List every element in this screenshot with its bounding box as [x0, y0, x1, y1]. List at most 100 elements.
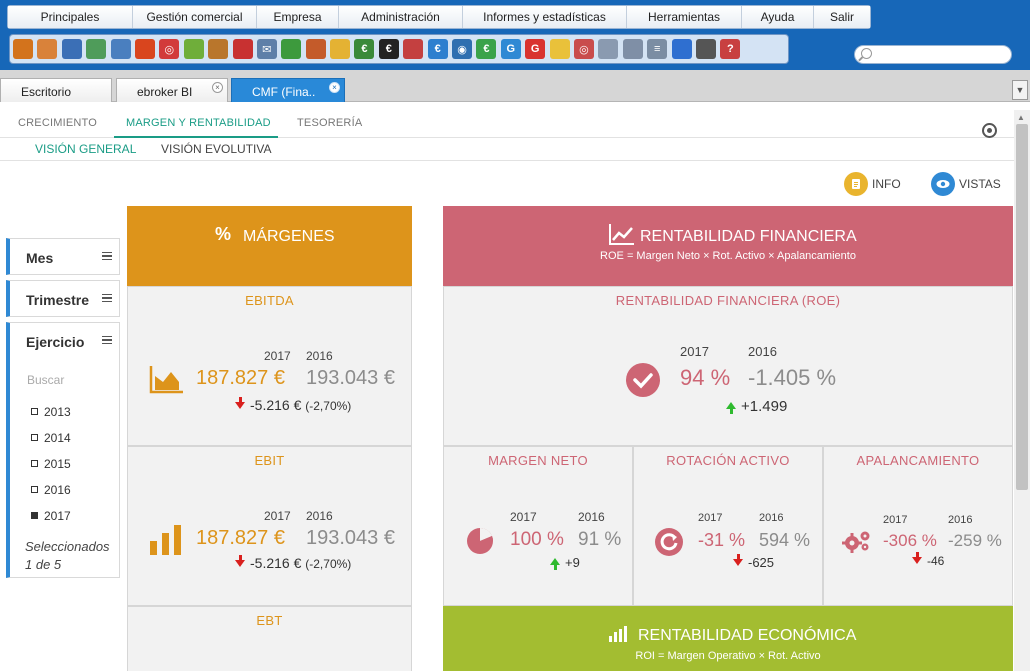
ebit-diff-value: -5.216 €: [250, 555, 302, 571]
euro-flag-icon[interactable]: €: [354, 39, 375, 59]
year-option-label: 2015: [44, 457, 71, 471]
tabs-dropdown-button[interactable]: ▼: [1012, 80, 1028, 100]
main-menu-bar: Principales Gestión comercial Empresa Ad…: [7, 5, 871, 29]
checkbox-icon[interactable]: [31, 486, 38, 493]
menu-icon[interactable]: [102, 294, 112, 302]
year-option-2017[interactable]: 2017: [31, 509, 71, 523]
tab-ebroker-bi[interactable]: ebroker BI ×: [116, 78, 228, 102]
money-icon[interactable]: [183, 39, 204, 59]
menu-ayuda[interactable]: Ayuda: [742, 6, 814, 28]
asset-turnover-title: ROTACIÓN ACTIVO: [666, 453, 790, 468]
target-doc-icon[interactable]: ◎: [573, 39, 594, 59]
filter-search-input[interactable]: Buscar: [27, 373, 64, 387]
leverage-card: APALANCAMIENTO 2017 2016 -306 % -259 % -…: [823, 446, 1013, 606]
briefcase-icon[interactable]: [208, 39, 229, 59]
secondary-nav: VISIÓN GENERAL VISIÓN EVOLUTIVA: [0, 138, 1014, 161]
group-icon[interactable]: [403, 39, 424, 59]
menu-administracion[interactable]: Administración: [339, 6, 463, 28]
eye-euro-icon[interactable]: ◉: [452, 39, 473, 59]
tab-vision-general[interactable]: VISIÓN GENERAL: [35, 142, 136, 156]
tab-label: CMF (Fina..: [252, 85, 316, 99]
list-icon[interactable]: ≡: [647, 39, 668, 59]
menu-gestion-comercial[interactable]: Gestión comercial: [133, 6, 257, 28]
phone-icon[interactable]: [671, 39, 692, 59]
tools-icon[interactable]: [695, 39, 716, 59]
filter-quarter-label: Trimestre: [26, 292, 90, 308]
roe-title: RENTABILIDAD FINANCIERA (ROE): [615, 293, 841, 308]
year-option-2016[interactable]: 2016: [31, 483, 71, 497]
euro-coin-icon[interactable]: €: [378, 39, 399, 59]
check-circle-icon: [626, 363, 660, 397]
card-icon[interactable]: [86, 39, 107, 59]
window-icon[interactable]: [110, 39, 131, 59]
camera-icon[interactable]: [232, 39, 253, 59]
menu-herramientas[interactable]: Herramientas: [627, 6, 742, 28]
year-option-label: 2016: [44, 483, 71, 497]
gear-icon[interactable]: [982, 123, 997, 138]
google-icon[interactable]: G: [525, 39, 546, 59]
document-tabs-bar: Escritorio ebroker BI × CMF (Fina.. ×: [0, 70, 1030, 102]
checkbox-checked-icon[interactable]: [31, 512, 38, 519]
menu-empresa[interactable]: Empresa: [257, 6, 339, 28]
ebitda-diff-value: -5.216 €: [250, 397, 302, 413]
mail-icon[interactable]: ✉: [256, 39, 277, 59]
quick-access-toolbar: ◎ ✉ € € € ◉ € G G ◎ ≡?: [9, 34, 789, 64]
asset-turnover-card: ROTACIÓN ACTIVO 2017 2016 -31 % 594 % -6…: [633, 446, 823, 606]
global-search-input[interactable]: [854, 45, 1012, 64]
net-margin-year-current: 2017: [510, 510, 537, 524]
leverage-value-previous: -259 %: [948, 531, 1002, 550]
tab-crecimiento[interactable]: CRECIMIENTO: [18, 117, 97, 129]
close-icon[interactable]: ×: [212, 82, 223, 93]
filter-year-label: Ejercicio: [26, 334, 85, 350]
building-icon[interactable]: [281, 39, 302, 59]
scrollbar-thumb[interactable]: [1016, 124, 1028, 490]
info-button[interactable]: [844, 172, 868, 196]
menu-informes[interactable]: Informes y estadísticas: [463, 6, 627, 28]
close-icon[interactable]: ×: [329, 82, 340, 93]
chevron-down-icon: ▼: [1015, 85, 1025, 95]
tab-margen-rentabilidad[interactable]: MARGEN Y RENTABILIDAD: [126, 117, 271, 129]
tab-tesoreria[interactable]: TESORERÍA: [297, 117, 362, 129]
euro-circle-icon[interactable]: €: [427, 39, 448, 59]
checkbox-icon[interactable]: [31, 460, 38, 467]
documents-icon[interactable]: [598, 39, 619, 59]
economic-formula: ROI = Margen Operativo × Rot. Activo: [635, 650, 821, 662]
app-top-bar: Principales Gestión comercial Empresa Ad…: [0, 0, 1030, 70]
margins-header: % MÁRGENES: [127, 206, 412, 287]
year-option-2015[interactable]: 2015: [31, 457, 71, 471]
checkbox-icon[interactable]: [31, 434, 38, 441]
refresh-g-icon[interactable]: G: [500, 39, 521, 59]
vistas-button[interactable]: [931, 172, 955, 196]
target-icon[interactable]: ◎: [159, 39, 180, 59]
euro-green-icon[interactable]: €: [476, 39, 497, 59]
contacts-icon[interactable]: [61, 39, 82, 59]
person-icon[interactable]: [305, 39, 326, 59]
year-option-2014[interactable]: 2014: [31, 431, 71, 445]
ebit-year-current: 2017: [264, 509, 291, 523]
roe-value-current: 94 %: [680, 365, 731, 390]
report-icon[interactable]: [622, 39, 643, 59]
year-option-2013[interactable]: 2013: [31, 405, 71, 419]
menu-icon[interactable]: [102, 252, 112, 260]
bulb-icon[interactable]: [549, 39, 570, 59]
user-icon[interactable]: [37, 39, 58, 59]
tab-cmf[interactable]: CMF (Fina.. ×: [231, 78, 345, 102]
ebit-card: EBIT 2017 2016 187.827 € 193.043 € -5.21…: [127, 446, 412, 606]
menu-principales[interactable]: Principales: [8, 6, 133, 28]
lightbulb-person-icon[interactable]: [330, 39, 351, 59]
scroll-up-icon[interactable]: ▲: [1017, 113, 1025, 122]
checkbox-icon[interactable]: [31, 408, 38, 415]
menu-icon[interactable]: [102, 336, 112, 344]
ebitda-value-previous: 193.043 €: [306, 367, 395, 389]
cubes-icon[interactable]: [13, 39, 33, 59]
year-option-label: 2013: [44, 405, 71, 419]
info-label[interactable]: INFO: [872, 177, 901, 191]
tab-escritorio[interactable]: Escritorio: [0, 78, 112, 102]
vistas-label[interactable]: VISTAS: [959, 177, 1001, 191]
tab-vision-evolutiva[interactable]: VISIÓN EVOLUTIVA: [161, 142, 271, 156]
menu-salir[interactable]: Salir: [814, 6, 870, 28]
help-icon[interactable]: ?: [720, 39, 741, 59]
net-margin-diff: +9: [550, 555, 580, 570]
primary-nav: CRECIMIENTO MARGEN Y RENTABILIDAD TESORE…: [0, 110, 1014, 138]
flame-icon[interactable]: [134, 39, 155, 59]
